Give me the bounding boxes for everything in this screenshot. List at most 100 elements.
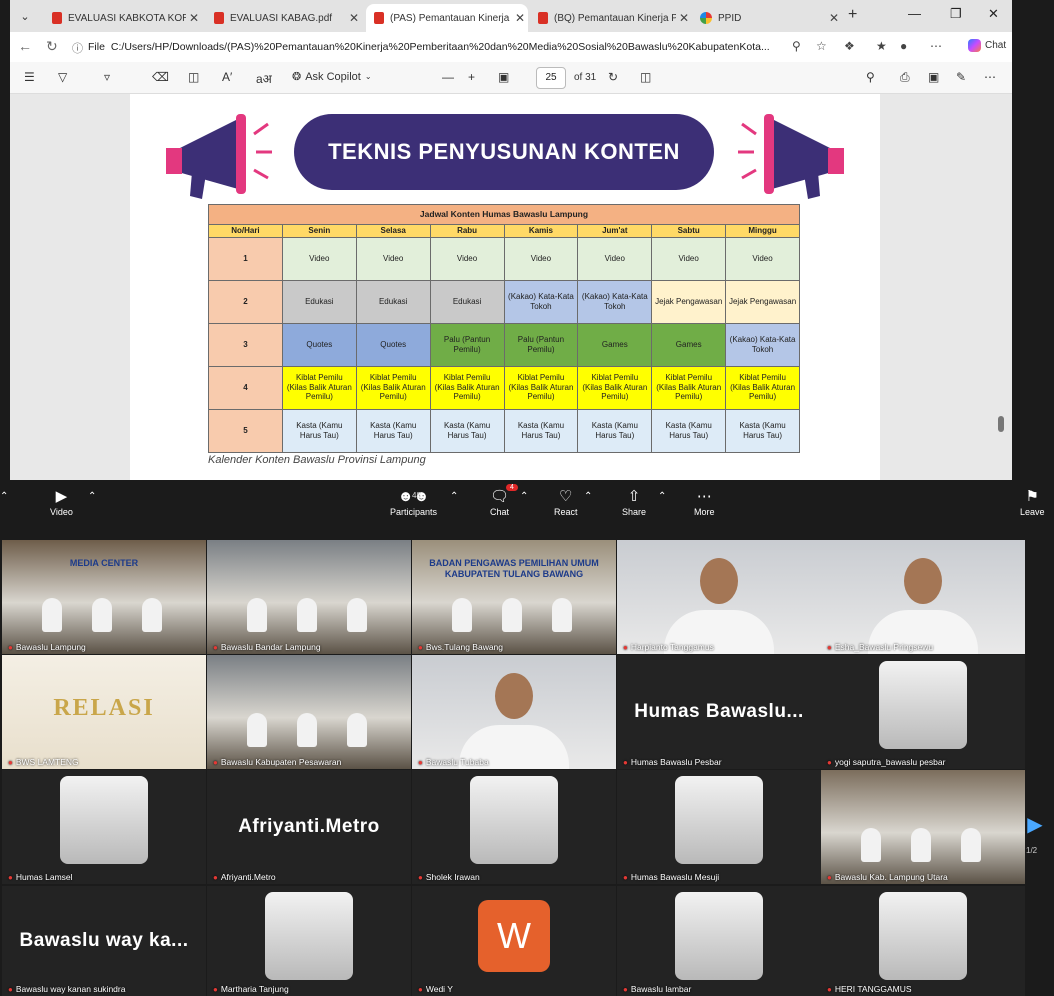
window-close-icon[interactable]: ✕ (988, 6, 999, 22)
zoom-out-icon[interactable]: — (442, 70, 454, 84)
pdf-more-icon[interactable]: ⋯ (984, 70, 996, 84)
minimize-icon[interactable]: — (908, 6, 921, 21)
restore-icon[interactable]: ❐ (950, 6, 962, 22)
participant-tile[interactable]: BADAN PENGAWAS PEMILIHAN UMUM KABUPATEN … (412, 540, 616, 654)
translate-icon[interactable]: aअ (256, 70, 272, 87)
table-column-header: Sabtu (651, 224, 727, 238)
tab-list-chevron-icon[interactable]: ⌄ (14, 6, 36, 26)
zoom-in-icon[interactable]: + (468, 70, 475, 84)
address-input[interactable]: File C:/Users/HP/Downloads/(PAS)%20Pemant… (88, 37, 788, 57)
highlight-icon[interactable]: ▽ (58, 70, 67, 84)
participant-tile[interactable]: ● Bawaslu Bandar Lampung (207, 540, 411, 654)
vertical-scrollbar-thumb[interactable] (998, 416, 1004, 432)
chat-caret-icon[interactable]: ⌃ (520, 487, 528, 507)
participant-tile[interactable]: ● Esha_Bawaslu Pringsewu (821, 540, 1025, 654)
participant-tile[interactable]: ● Humas Bawaslu Mesuji (617, 770, 821, 884)
page-number-input[interactable]: 25 (536, 67, 566, 89)
tab-evaluasi-kabkota[interactable]: EVALUASI KABKOTA KORDIN ✕ (44, 4, 202, 32)
row-number: 2 (208, 279, 283, 324)
participants-caret-icon[interactable]: ⌃ (450, 487, 458, 507)
participant-name-label: ● Bawaslu way kanan sukindra (8, 984, 125, 994)
participant-tile[interactable]: Humas Bawaslu... ● Humas Bawaslu Pesbar (617, 655, 821, 769)
participant-name-label: ● Bawaslu Lampung (8, 642, 86, 652)
participant-tile[interactable]: ● Humas Lamsel (2, 770, 206, 884)
participant-tile[interactable]: Afriyanti.Metro ● Afriyanti.Metro (207, 770, 411, 884)
contents-icon[interactable]: ☰ (24, 70, 35, 84)
chat-button[interactable]: 🗨 4 Chat (490, 484, 518, 517)
participant-video: BADAN PENGAWAS PEMILIHAN UMUM KABUPATEN … (412, 540, 616, 654)
participant-tile[interactable]: MEDIA CENTER ● Bawaslu Lampung (2, 540, 206, 654)
participant-tile[interactable]: ● Bawaslu Tubaba (412, 655, 616, 769)
table-cell: Quotes (355, 322, 431, 367)
search-icon[interactable]: ⚲ (866, 70, 875, 84)
share-button[interactable]: ⇧ Share (622, 487, 646, 517)
participant-name-label: ● Wedi Y (418, 984, 453, 994)
back-icon[interactable]: ← (18, 38, 32, 54)
participant-tile[interactable]: ● Bawaslu Kab. Lampung Utara (821, 770, 1025, 884)
tab-ppid[interactable]: PPID ✕ (692, 4, 842, 32)
extensions-icon[interactable]: ❖ (844, 39, 855, 53)
profile-avatar-icon[interactable]: ● (900, 39, 907, 53)
reload-icon[interactable]: ↻ (46, 38, 58, 55)
mic-muted-icon: ● (418, 872, 423, 882)
video-button[interactable]: ▶​ Video (50, 487, 73, 517)
read-aloud-icon[interactable]: A′ (222, 70, 232, 84)
close-icon[interactable]: ✕ (512, 11, 528, 25)
close-icon[interactable]: ✕ (676, 11, 692, 25)
pdf-viewer[interactable]: TEKNIS PENYUSUNAN KONTEN Jadwal Konten H… (10, 94, 1012, 480)
participant-tile[interactable]: ● Bawaslu lambar (617, 886, 821, 996)
favorites-icon[interactable]: ★ (876, 39, 887, 53)
save-as-icon[interactable]: ✎ (956, 70, 966, 84)
ask-copilot-button[interactable]: ❂ Ask Copilot ⌄ (292, 70, 372, 84)
eraser-icon[interactable]: ⌫ (152, 70, 169, 84)
participant-tile[interactable]: ● Bawaslu Kabupaten Pesawaran (207, 655, 411, 769)
participant-tile[interactable]: ● Harpianto Tanggamus (617, 540, 821, 654)
more-menu-icon[interactable]: ⋯ (930, 39, 942, 53)
react-caret-icon[interactable]: ⌃ (584, 487, 592, 507)
copilot-chat-button[interactable]: Chat (968, 39, 1006, 52)
tab-label: (BQ) Pemantauan Kinerja Pe (554, 12, 676, 24)
participant-tile[interactable]: Bawaslu way ka... ● Bawaslu way kanan suki… (2, 886, 206, 996)
tab-evaluasi-kabag[interactable]: EVALUASI KABAG.pdf ✕ (206, 4, 362, 32)
close-icon[interactable]: ✕ (186, 11, 202, 25)
table-cell: Kasta (Kamu Harus Tau) (281, 408, 357, 453)
share-caret-icon[interactable]: ⌃ (658, 487, 666, 507)
more-button[interactable]: ⋯ More (694, 487, 715, 517)
table-cell: Video (725, 236, 800, 281)
fit-page-icon[interactable]: ▣ (498, 70, 509, 84)
new-tab-icon[interactable]: + (848, 6, 857, 24)
tab-bq-pemantauan[interactable]: (BQ) Pemantauan Kinerja Pe ✕ (530, 4, 692, 32)
save-icon[interactable]: ▣ (928, 70, 939, 84)
two-page-icon[interactable]: ◫ (640, 70, 651, 84)
participant-tile[interactable]: ● Sholek Irawan (412, 770, 616, 884)
rotate-icon[interactable]: ↻ (608, 70, 618, 84)
file-info-icon[interactable]: ⓘ (72, 40, 83, 56)
draw-icon[interactable]: ▿ (104, 70, 110, 84)
mic-caret-icon[interactable]: ⌃ (0, 487, 8, 507)
participant-name: Bawaslu Tubaba (425, 757, 489, 767)
print-icon[interactable]: ⎙ (900, 70, 910, 85)
tab-pas-pemantauan[interactable]: (PAS) Pemantauan Kinerja Pe ✕ (366, 4, 528, 32)
participant-display-name: Humas Bawaslu... (634, 701, 804, 722)
participant-tile[interactable]: W ● Wedi Y (412, 886, 616, 996)
participant-tile[interactable]: RELASI ● BWS LAMTENG (2, 655, 206, 769)
leave-button[interactable]: ⚑ Leave (1020, 487, 1045, 517)
page-view-icon[interactable]: ◫ (188, 70, 199, 84)
leave-label: Leave (1020, 507, 1045, 517)
participant-name-label: ● Afriyanti.Metro (213, 872, 276, 882)
favorite-star-icon[interactable]: ☆ (816, 39, 827, 53)
participant-tile[interactable]: ● HERI TANGGAMUS (821, 886, 1025, 996)
close-icon[interactable]: ✕ (346, 11, 362, 25)
participant-display-name: Bawaslu way ka... (19, 930, 189, 951)
participants-button[interactable]: ☻☻ 48 Participants (390, 487, 437, 517)
close-icon[interactable]: ✕ (826, 11, 842, 25)
chat-label: Chat (490, 507, 510, 517)
zoom-icon[interactable]: ⚲ (792, 39, 801, 53)
video-caret-icon[interactable]: ⌃ (88, 487, 96, 507)
participant-name: Wedi Y (425, 984, 453, 994)
react-button[interactable]: ♡ React (554, 487, 578, 517)
scene-signage: MEDIA CENTER (69, 558, 139, 568)
participant-video (412, 655, 616, 769)
participant-tile[interactable]: ● yogi saputra_bawaslu pesbar (821, 655, 1025, 769)
participant-tile[interactable]: ● Martharia Tanjung (207, 886, 411, 996)
